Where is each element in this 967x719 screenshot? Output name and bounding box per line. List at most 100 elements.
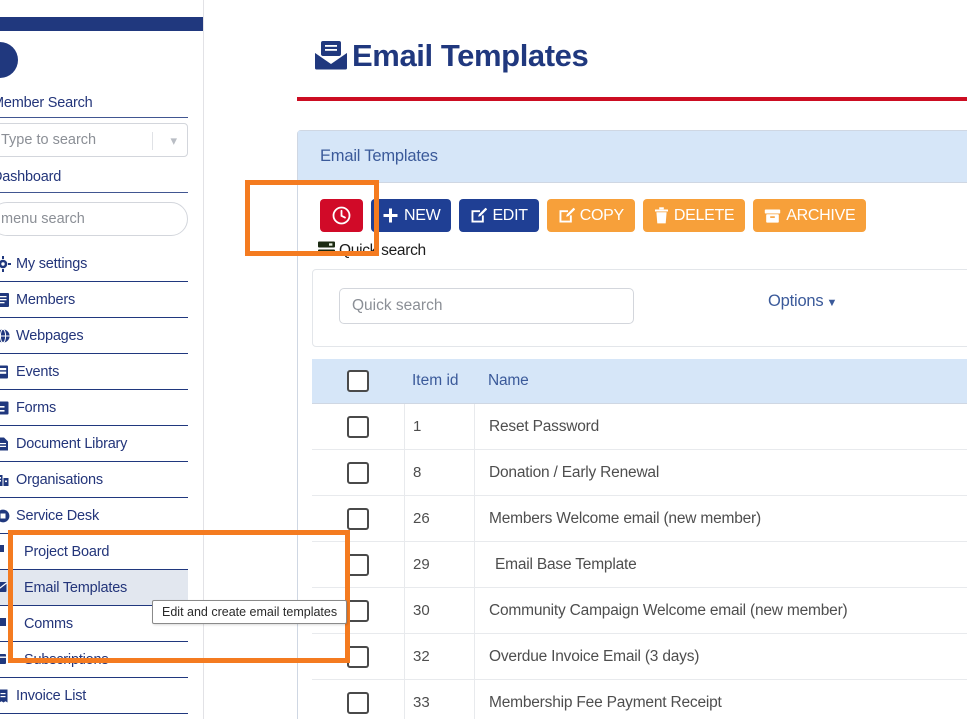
sidebar-subitem-label: Project Board — [24, 543, 110, 560]
organisation-icon — [0, 472, 16, 488]
row-select-cell — [312, 691, 404, 714]
column-header-item-id[interactable]: Item id — [404, 359, 474, 404]
archive-button[interactable]: ARCHIVE — [753, 199, 867, 232]
sidebar-item-dashboard[interactable]: Dashboard — [0, 169, 61, 185]
member-search-input[interactable]: Type to search ▾ — [0, 123, 188, 157]
table-row[interactable]: 33 Membership Fee Payment Receipt Publ — [312, 679, 967, 719]
sidebar-item-label: Service Desk — [16, 507, 100, 524]
sidebar-item-label: Document Library — [16, 435, 128, 452]
panel-heading: Email Templates — [298, 131, 967, 183]
cell-name: Overdue Invoice Email (3 days) — [474, 633, 967, 680]
history-button[interactable] — [320, 199, 363, 232]
quick-search-section-label: Quick search — [318, 241, 426, 261]
edit-button[interactable]: EDIT — [459, 199, 539, 232]
button-label: DELETE — [673, 206, 735, 224]
options-dropdown[interactable]: Options ▼ — [768, 292, 837, 311]
sidebar-subitem-label: Email Templates — [24, 579, 128, 596]
sidebar-item-organisations[interactable]: Organisations — [0, 462, 188, 498]
sidebar-item-members[interactable]: Members — [0, 282, 188, 318]
gear-icon — [0, 255, 16, 272]
globe-icon — [0, 328, 16, 344]
form-icon — [0, 400, 16, 416]
member-search-label: Member Search — [0, 95, 93, 111]
archive-box-icon — [764, 208, 781, 224]
quick-search-label-text: Quick search — [339, 242, 426, 259]
row-checkbox[interactable] — [347, 461, 369, 484]
server-icon — [318, 241, 335, 261]
action-toolbar: NEW EDIT COPY DELETE ARCHIVE — [320, 199, 867, 232]
search-input[interactable]: Quick search — [339, 288, 634, 324]
chevron-down-icon[interactable]: ▾ — [170, 133, 177, 149]
templates-table: Item id Name Stat 1 Reset Password Publ … — [312, 359, 967, 719]
members-icon — [0, 292, 16, 308]
table-row[interactable]: 29 Email Base Template Draf — [312, 541, 967, 588]
project-board-icon — [0, 543, 10, 561]
new-button[interactable]: NEW — [371, 199, 452, 232]
table-header-row: Item id Name Stat — [312, 359, 967, 404]
button-label: NEW — [404, 206, 441, 224]
cell-item-id: 26 — [404, 495, 474, 542]
table-row[interactable]: 1 Reset Password Publ — [312, 403, 967, 450]
sidebar-item-document-library[interactable]: Document Library — [0, 426, 188, 462]
menu-search-input[interactable]: menu search — [0, 202, 188, 236]
table-row[interactable]: 30 Community Campaign Welcome email (new… — [312, 587, 967, 634]
email-envelope-icon — [314, 40, 348, 70]
clock-icon — [332, 206, 351, 225]
sidebar-subitem-project-board[interactable]: Project Board — [0, 534, 188, 570]
sidebar-item-forms[interactable]: Forms — [0, 390, 188, 426]
cell-item-id: 8 — [404, 449, 474, 496]
select-all-checkbox[interactable] — [347, 370, 369, 392]
trash-icon — [654, 207, 669, 224]
row-checkbox[interactable] — [347, 645, 369, 668]
cell-name: Email Base Template — [474, 541, 967, 588]
table-row[interactable]: 32 Overdue Invoice Email (3 days) Publ — [312, 633, 967, 680]
cell-item-id: 33 — [404, 679, 474, 719]
options-label: Options — [768, 292, 824, 310]
member-search-placeholder: Type to search — [1, 132, 97, 148]
row-checkbox[interactable] — [347, 415, 369, 438]
row-select-cell — [312, 645, 404, 668]
subscriptions-icon — [0, 651, 10, 669]
comms-icon — [0, 615, 10, 633]
cell-item-id: 32 — [404, 633, 474, 680]
delete-button[interactable]: DELETE — [642, 199, 746, 232]
invoice-icon — [0, 688, 16, 704]
sidebar-item-label: My settings — [16, 255, 88, 272]
cell-item-id: 29 — [404, 541, 474, 588]
app-logo[interactable] — [0, 42, 18, 78]
title-underline — [297, 97, 967, 101]
column-header-name[interactable]: Name — [474, 359, 967, 404]
table-row[interactable]: 8 Donation / Early Renewal Publ — [312, 449, 967, 496]
sidebar-item-service-desk[interactable]: Service Desk — [0, 498, 188, 534]
app-root: Member Search Type to search ▾ Dashboard… — [0, 0, 967, 719]
chevron-down-icon: ▼ — [826, 297, 838, 309]
search-placeholder: Quick search — [352, 297, 443, 314]
cell-name: Donation / Early Renewal — [474, 449, 967, 496]
cell-item-id: 30 — [404, 587, 474, 634]
sidebar-subitem-label: Subscriptions — [24, 651, 109, 668]
copy-button[interactable]: COPY — [546, 199, 635, 232]
cell-name: Members Welcome email (new member) — [474, 495, 967, 542]
sidebar-item-label: Events — [16, 363, 60, 380]
service-desk-icon — [0, 508, 16, 524]
quick-search-bar: Quick search Options ▼ — [312, 269, 967, 347]
row-select-cell — [312, 415, 404, 438]
email-templates-panel: Email Templates NEW EDIT COPY DELETE ARCHIVE… — [297, 130, 967, 719]
row-checkbox[interactable] — [347, 599, 369, 622]
email-templates-icon — [0, 579, 10, 597]
cell-name: Membership Fee Payment Receipt — [474, 679, 967, 719]
sidebar-item-events[interactable]: Events — [0, 354, 188, 390]
sidebar-item-webpages[interactable]: Webpages — [0, 318, 188, 354]
table-row[interactable]: 26 Members Welcome email (new member) Pu… — [312, 495, 967, 542]
row-checkbox[interactable] — [347, 507, 369, 530]
row-checkbox[interactable] — [347, 553, 369, 576]
select-all-cell — [312, 370, 404, 392]
row-checkbox[interactable] — [347, 691, 369, 714]
sidebar-subitem-label: Comms — [24, 615, 73, 632]
sidebar-item-invoice-list[interactable]: Invoice List — [0, 678, 188, 714]
sidebar-item-label: Organisations — [16, 471, 103, 488]
menu-search-placeholder: menu search — [1, 211, 85, 227]
cell-name: Community Campaign Welcome email (new me… — [474, 587, 967, 634]
sidebar-item-my-settings[interactable]: My settings — [0, 246, 188, 282]
sidebar-subitem-subscriptions[interactable]: Subscriptions — [0, 642, 188, 678]
